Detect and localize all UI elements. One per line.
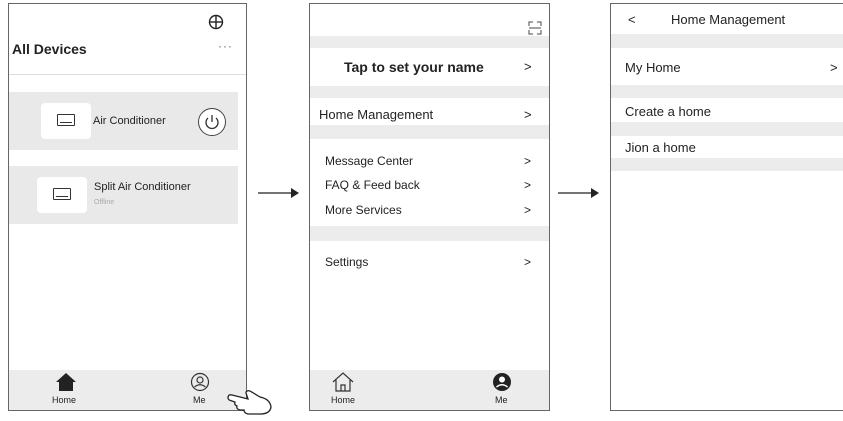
section-gap: [611, 158, 843, 171]
air-conditioner-icon: [57, 114, 75, 126]
scan-icon[interactable]: [528, 21, 542, 35]
flow-arrow: [558, 186, 600, 198]
title-divider: [9, 74, 246, 75]
chevron-icon: >: [524, 59, 532, 74]
device-icon-box: [37, 177, 87, 213]
section-gap: [611, 34, 843, 48]
tab-me[interactable]: Me: [187, 372, 213, 408]
page-title: All Devices: [12, 41, 87, 57]
chevron-icon: >: [524, 107, 532, 122]
section-gap: [310, 86, 549, 98]
page-title: Home Management: [671, 12, 786, 27]
device-status: Offline: [94, 199, 115, 206]
tab-label: Home: [52, 395, 77, 405]
section-gap: [310, 226, 549, 241]
home-management-screen: < Home Management My Home > Create a hom…: [610, 3, 843, 411]
section-gap: [611, 122, 843, 136]
home-icon: [332, 372, 354, 392]
air-conditioner-icon: [53, 188, 71, 200]
section-gap: [310, 36, 549, 48]
tab-home[interactable]: Home: [49, 372, 83, 408]
device-icon-box: [41, 103, 91, 139]
power-icon: [205, 115, 219, 130]
tab-bar: Home Me: [9, 370, 246, 410]
user-icon: [190, 372, 210, 392]
set-name-button[interactable]: Tap to set your name: [344, 59, 484, 75]
flow-arrow: [258, 186, 300, 198]
menu-item-faq[interactable]: FAQ & Feed back: [325, 178, 420, 192]
device-card[interactable]: Split Air Conditioner Offline: [9, 166, 238, 224]
home-management-item[interactable]: Home Management: [319, 107, 433, 122]
more-button[interactable]: ···: [218, 39, 233, 53]
tab-me[interactable]: Me: [489, 372, 515, 408]
menu-item-more-services[interactable]: More Services: [325, 203, 402, 217]
me-screen: Tap to set your name > Home Management >…: [309, 3, 550, 411]
menu-item-message-center[interactable]: Message Center: [325, 154, 413, 168]
chevron-icon: >: [524, 255, 532, 269]
tab-label: Me: [495, 395, 508, 405]
chevron-icon: >: [524, 154, 532, 168]
chevron-icon: >: [524, 178, 532, 192]
user-icon: [493, 373, 511, 391]
join-home-button[interactable]: Jion a home: [625, 140, 696, 155]
device-name: Split Air Conditioner: [94, 181, 191, 193]
plus-circle-icon[interactable]: [208, 14, 224, 30]
device-name: Air Conditioner: [93, 115, 166, 127]
chevron-icon: >: [830, 60, 838, 75]
section-gap: [310, 125, 549, 139]
settings-item[interactable]: Settings: [325, 255, 368, 269]
home-icon: [56, 373, 76, 391]
all-devices-screen: All Devices ··· Air Conditioner Split Ai…: [8, 3, 247, 411]
tab-label: Me: [193, 395, 206, 405]
device-card[interactable]: Air Conditioner: [9, 92, 238, 150]
create-home-button[interactable]: Create a home: [625, 104, 711, 119]
back-button[interactable]: <: [628, 12, 636, 27]
pointing-hand-icon: [226, 388, 274, 416]
my-home-item[interactable]: My Home: [625, 60, 681, 75]
power-button[interactable]: [198, 108, 226, 136]
section-gap: [611, 85, 843, 98]
tab-label: Home: [331, 395, 356, 405]
chevron-icon: >: [524, 203, 532, 217]
tab-bar: Home Me: [310, 370, 549, 410]
tab-home[interactable]: Home: [328, 372, 362, 408]
